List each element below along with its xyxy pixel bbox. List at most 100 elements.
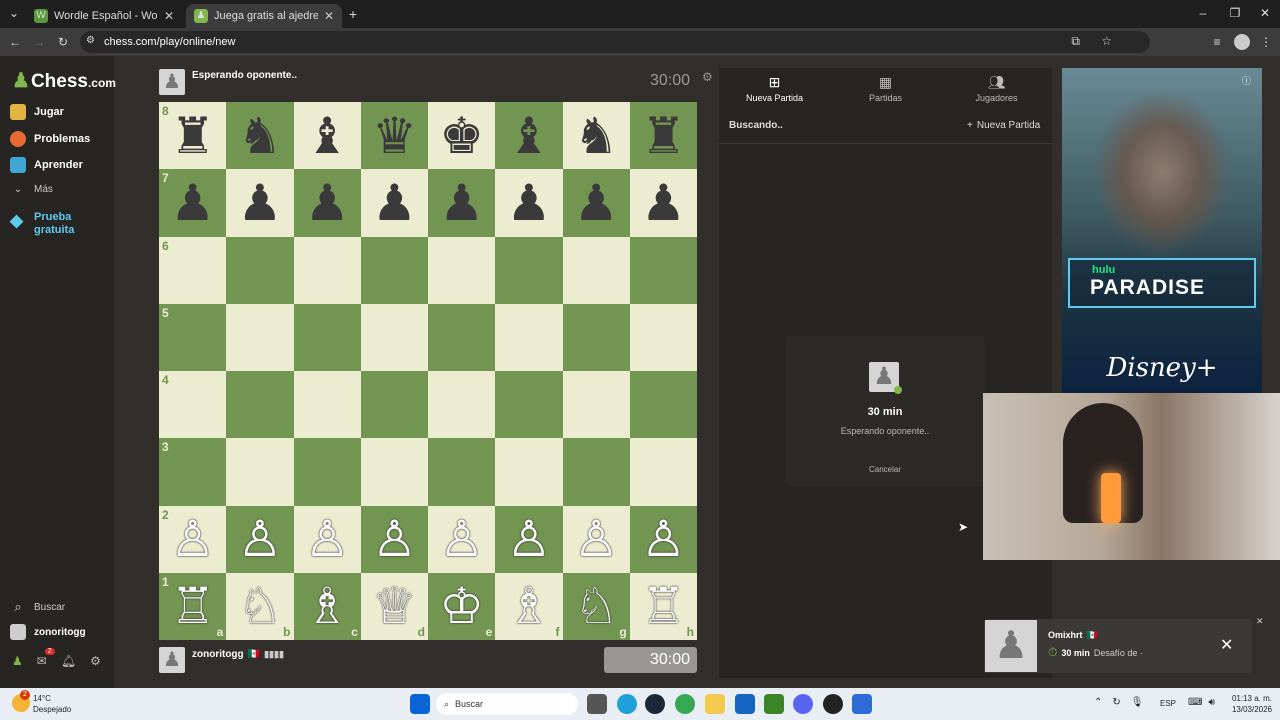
square-d1[interactable]: d ♕ [360,572,428,640]
black-piece-icon[interactable]: ♝ [305,111,350,161]
close-tab-icon[interactable]: ✕ [164,9,174,23]
bell-icon[interactable]: 🔔︎ [61,654,76,668]
tab-list-chevron-icon[interactable]: ⌄ [6,6,22,20]
forward-icon[interactable]: → [32,35,46,49]
square-d8[interactable]: ♛ [360,102,428,170]
square-f1[interactable]: f ♗ [495,572,563,640]
black-piece-icon[interactable]: ♟ [305,178,350,228]
square-h5[interactable] [629,303,697,371]
square-f3[interactable] [495,438,563,506]
square-e2[interactable]: ♙ [428,505,496,573]
clock[interactable]: 01:13 a. m. 13/03/2026 [1222,693,1272,715]
square-h7[interactable]: ♟ [629,169,697,237]
black-piece-icon[interactable]: ♞ [574,111,619,161]
square-e5[interactable] [428,303,496,371]
url-field[interactable]: ⚙ chess.com/play/online/new ⧉ ☆ [80,31,1150,53]
black-piece-icon[interactable]: ♜ [170,111,215,161]
chrome-icon[interactable] [675,694,695,714]
square-c7[interactable]: ♟ [293,169,361,237]
ad-info-icon[interactable]: ⓘ [1242,74,1251,87]
white-piece-icon[interactable]: ♙ [170,514,215,564]
square-b6[interactable] [226,236,294,304]
square-e6[interactable] [428,236,496,304]
challenge-notification[interactable]: ♟ Omixhrt 🇲🇽 ⏱︎ 30 min Desafío de · ✕ [984,619,1252,673]
tab-chess[interactable]: ♟ Juega gratis al ajedrez online con ✕ [186,4,342,28]
square-e8[interactable]: ♚ [428,102,496,170]
square-f2[interactable]: ♙ [495,505,563,573]
square-a8[interactable]: 8 ♜ [159,102,227,170]
square-c5[interactable] [293,303,361,371]
square-c6[interactable] [293,236,361,304]
square-f8[interactable]: ♝ [495,102,563,170]
square-d4[interactable] [360,371,428,439]
tab-jugadores[interactable]: 👥︎ Jugadores [941,68,1052,108]
square-c1[interactable]: c ♗ [293,572,361,640]
chess-logo[interactable]: ♟ Chess .com [12,68,116,93]
square-g6[interactable] [562,236,630,304]
square-d6[interactable] [360,236,428,304]
black-piece-icon[interactable]: ♝ [506,111,551,161]
square-d3[interactable] [360,438,428,506]
square-b5[interactable] [226,303,294,371]
square-c3[interactable] [293,438,361,506]
square-f5[interactable] [495,303,563,371]
new-tab-icon[interactable]: + [346,6,360,22]
square-h3[interactable] [629,438,697,506]
square-d2[interactable]: ♙ [360,505,428,573]
square-a3[interactable]: 3 [159,438,227,506]
file-explorer-icon[interactable] [705,694,725,714]
sidebar-item-problemas[interactable]: Problemas [10,131,90,147]
black-piece-icon[interactable]: ♟ [237,178,282,228]
square-e1[interactable]: e ♔ [428,572,496,640]
sidebar-item-mas[interactable]: ⌄ Más [10,184,53,195]
taskbar-search[interactable]: ⌕ Buscar [436,693,578,715]
chevron-up-icon[interactable]: ⌃ [1094,697,1102,708]
sidebar-user[interactable]: zonoritogg [10,624,86,640]
black-piece-icon[interactable]: ♟ [439,178,484,228]
sidebar-item-jugar[interactable]: Jugar [10,104,64,120]
square-h8[interactable]: ♜ [629,102,697,170]
black-piece-icon[interactable]: ♚ [439,111,484,161]
square-f4[interactable] [495,371,563,439]
steam-icon[interactable] [645,694,665,714]
square-f7[interactable]: ♟ [495,169,563,237]
square-g3[interactable] [562,438,630,506]
minimize-icon[interactable]: – [1196,6,1210,20]
task-view-icon[interactable] [587,694,607,714]
white-piece-icon[interactable]: ♖ [641,581,686,631]
obs-icon[interactable] [823,694,843,714]
square-h6[interactable] [629,236,697,304]
square-g2[interactable]: ♙ [562,505,630,573]
new-game-link[interactable]: + Nueva Partida [967,120,1040,131]
white-piece-icon[interactable]: ♗ [506,581,551,631]
black-piece-icon[interactable]: ♟ [372,178,417,228]
challenge-user[interactable]: Omixhrt [1048,630,1083,641]
white-piece-icon[interactable]: ♙ [439,514,484,564]
tab-nueva-partida[interactable]: ⊞ Nueva Partida [719,68,830,108]
square-a5[interactable]: 5 [159,303,227,371]
white-piece-icon[interactable]: ♙ [506,514,551,564]
square-b7[interactable]: ♟ [226,169,294,237]
square-a2[interactable]: 2 ♙ [159,505,227,573]
minecraft-icon[interactable] [764,694,784,714]
black-piece-icon[interactable]: ♟ [170,178,215,228]
black-piece-icon[interactable]: ♞ [237,111,282,161]
language-indicator[interactable]: ESP [1160,699,1176,708]
tab-partidas[interactable]: ▦ Partidas [830,68,941,108]
square-c2[interactable]: ♙ [293,505,361,573]
gear-icon[interactable]: ⚙ [90,654,101,668]
square-b2[interactable]: ♙ [226,505,294,573]
volume-icon[interactable]: 🔊︎ [1208,697,1214,708]
close-notification-icon[interactable]: ✕ [1256,616,1264,627]
square-g4[interactable] [562,371,630,439]
restore-icon[interactable]: ❐ [1228,6,1242,20]
square-a1[interactable]: 1 a ♖ [159,572,227,640]
friends-icon[interactable]: ♟ [12,654,23,668]
ad-banner[interactable]: hulu PARADISE Disney+ ⓘ [1062,68,1262,398]
player-name[interactable]: zonoritogg [192,649,244,660]
black-piece-icon[interactable]: ♟ [506,178,551,228]
close-window-icon[interactable]: ✕ [1258,6,1272,20]
square-b1[interactable]: b ♘ [226,572,294,640]
weather-widget[interactable]: 14°C Despejado [33,693,71,715]
store-icon[interactable] [735,694,755,714]
